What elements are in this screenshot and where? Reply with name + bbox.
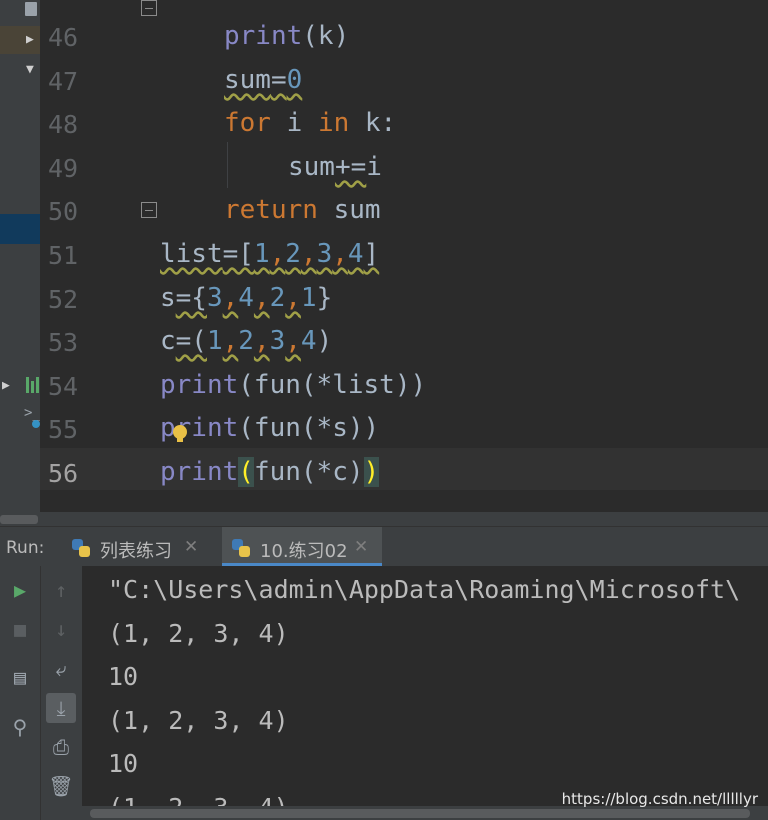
tab-label: 列表练习 <box>100 541 172 562</box>
code-line-54[interactable]: print(fun(*list)) <box>160 370 426 400</box>
file-icon <box>25 2 37 16</box>
code-line-53[interactable]: c=(1,2,3,4) <box>160 326 332 356</box>
line-number: 51 <box>48 241 79 270</box>
run-tab-bar: Run: 列表练习 ✕ 10.练习02 ✕ <box>0 526 768 566</box>
watermark: https://blog.csdn.net/lllllyr <box>561 790 758 808</box>
expand-down-icon[interactable]: ▼ <box>26 62 34 77</box>
code-line-56[interactable]: print(fun(*c)) <box>160 457 380 487</box>
chart-bars-icon[interactable] <box>26 377 39 393</box>
info-dot-icon <box>32 420 40 428</box>
line-number: 55 <box>48 415 79 444</box>
tab-label: 10.练习02 <box>260 541 348 562</box>
project-tree-selection <box>0 214 40 244</box>
code-line-49[interactable]: sum+=i <box>288 152 382 182</box>
line-number: 47 <box>48 67 79 96</box>
tab-list-practice[interactable]: 列表练习 ✕ <box>72 527 208 566</box>
arrow-up-icon[interactable]: ↑ <box>46 575 76 605</box>
line-number-current: 56 <box>48 459 79 488</box>
console-line: 10 <box>108 749 139 778</box>
console-line: 10 <box>108 662 139 691</box>
scroll-to-end-icon[interactable]: ⤓ <box>46 693 76 723</box>
code-editor[interactable]: 46 47 48 49 50 51 52 53 54 55 56 print(k… <box>40 0 768 492</box>
line-number: 49 <box>48 154 79 183</box>
lightbulb-icon[interactable] <box>173 425 187 442</box>
fold-marker-icon[interactable] <box>141 0 157 16</box>
tab-practice-02[interactable]: 10.练习02 ✕ <box>222 527 382 566</box>
indent-guide <box>227 142 228 188</box>
run-label: Run: <box>6 538 45 558</box>
line-number: 53 <box>48 328 79 357</box>
print-icon[interactable]: ⎙ <box>46 732 76 762</box>
python-icon <box>72 539 90 557</box>
run-console[interactable]: "C:\Users\admin\AppData\Roaming\Microsof… <box>82 566 768 820</box>
line-number: 50 <box>48 197 79 226</box>
code-line-50[interactable]: return sum <box>224 195 381 225</box>
fold-marker-icon[interactable] <box>141 202 157 218</box>
python-icon <box>232 539 250 557</box>
stop-icon[interactable]: ■ <box>5 614 35 644</box>
close-icon[interactable]: ✕ <box>354 537 368 557</box>
console-line: (1, 2, 3, 4) <box>108 706 289 735</box>
trash-icon[interactable]: 🗑 <box>46 771 76 801</box>
run-icon[interactable]: ▶ <box>5 575 35 605</box>
scrollbar-thumb[interactable] <box>0 515 38 524</box>
code-line-47[interactable]: sum=0 <box>224 65 302 95</box>
project-tree-highlight <box>0 26 40 54</box>
code-line-55[interactable]: print(fun(*s)) <box>160 413 379 443</box>
scrollbar-thumb[interactable] <box>90 809 750 818</box>
close-icon[interactable]: ✕ <box>184 537 198 557</box>
code-line-51[interactable]: list=[1,2,3,4] <box>160 239 379 269</box>
editor-horizontal-scrollbar[interactable] <box>0 512 768 526</box>
code-line-52[interactable]: s={3,4,2,1} <box>160 283 332 313</box>
run-toolbar-secondary: ↑ ↓ ⤶ ⤓ ⎙ 🗑 <box>40 566 83 820</box>
pin-icon[interactable]: ⚲ <box>5 712 35 742</box>
console-line: "C:\Users\admin\AppData\Roaming\Microsof… <box>108 575 741 604</box>
run-toolbar-primary: ▶ ■ ▤ ⚲ <box>0 566 40 820</box>
console-line: (1, 2, 3, 4) <box>108 619 289 648</box>
layout-icon[interactable]: ▤ <box>5 662 35 692</box>
code-line-46[interactable]: print(k) <box>224 21 349 51</box>
project-tool-strip: ▶ ▼ ▶ >_ <box>0 0 41 515</box>
line-number: 52 <box>48 285 79 314</box>
console-horizontal-scrollbar[interactable] <box>82 806 768 820</box>
expand-right-icon[interactable]: ▶ <box>2 378 10 393</box>
expand-right-icon[interactable]: ▶ <box>26 32 34 47</box>
line-number: 46 <box>48 23 79 52</box>
terminal-icon[interactable]: >_ <box>24 405 41 421</box>
line-number: 54 <box>48 372 79 401</box>
line-number: 48 <box>48 110 79 139</box>
arrow-down-icon[interactable]: ↓ <box>46 614 76 644</box>
soft-wrap-icon[interactable]: ⤶ <box>46 654 76 684</box>
current-line-highlight <box>40 448 768 490</box>
code-line-48[interactable]: for i in k: <box>224 108 396 138</box>
